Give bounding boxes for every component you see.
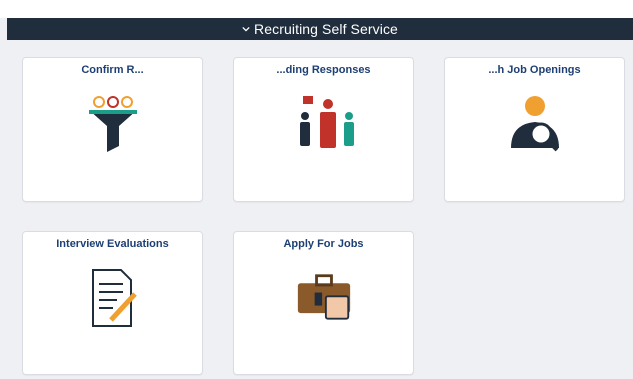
tile-search-job-openings[interactable]: ...h Job Openings	[444, 57, 625, 202]
evaluation-form-icon	[91, 269, 137, 327]
page-title: Recruiting Self Service	[254, 21, 398, 37]
tile-label: ...h Job Openings	[488, 64, 581, 76]
people-icon	[299, 96, 354, 148]
tile-pending-responses[interactable]: ...ding Responses	[233, 57, 414, 202]
tile-apply-for-jobs[interactable]: Apply For Jobs	[233, 231, 414, 375]
page-header: Recruiting Self Service	[7, 18, 633, 40]
funnel-icon	[88, 96, 137, 152]
tile-label: Interview Evaluations	[56, 238, 169, 250]
chevron-down-icon	[242, 26, 250, 32]
tile-label: ...ding Responses	[276, 64, 371, 76]
tile-confirm[interactable]: Confirm R...	[22, 57, 203, 202]
briefcase-icon	[297, 274, 350, 320]
magnifier-person-icon	[510, 96, 559, 152]
tile-label: Apply For Jobs	[283, 238, 364, 250]
tile-interview-evaluations[interactable]: Interview Evaluations	[22, 231, 203, 375]
tile-label: Confirm R...	[81, 64, 144, 76]
page-title-button[interactable]: Recruiting Self Service	[7, 18, 633, 40]
top-strip	[0, 0, 633, 18]
